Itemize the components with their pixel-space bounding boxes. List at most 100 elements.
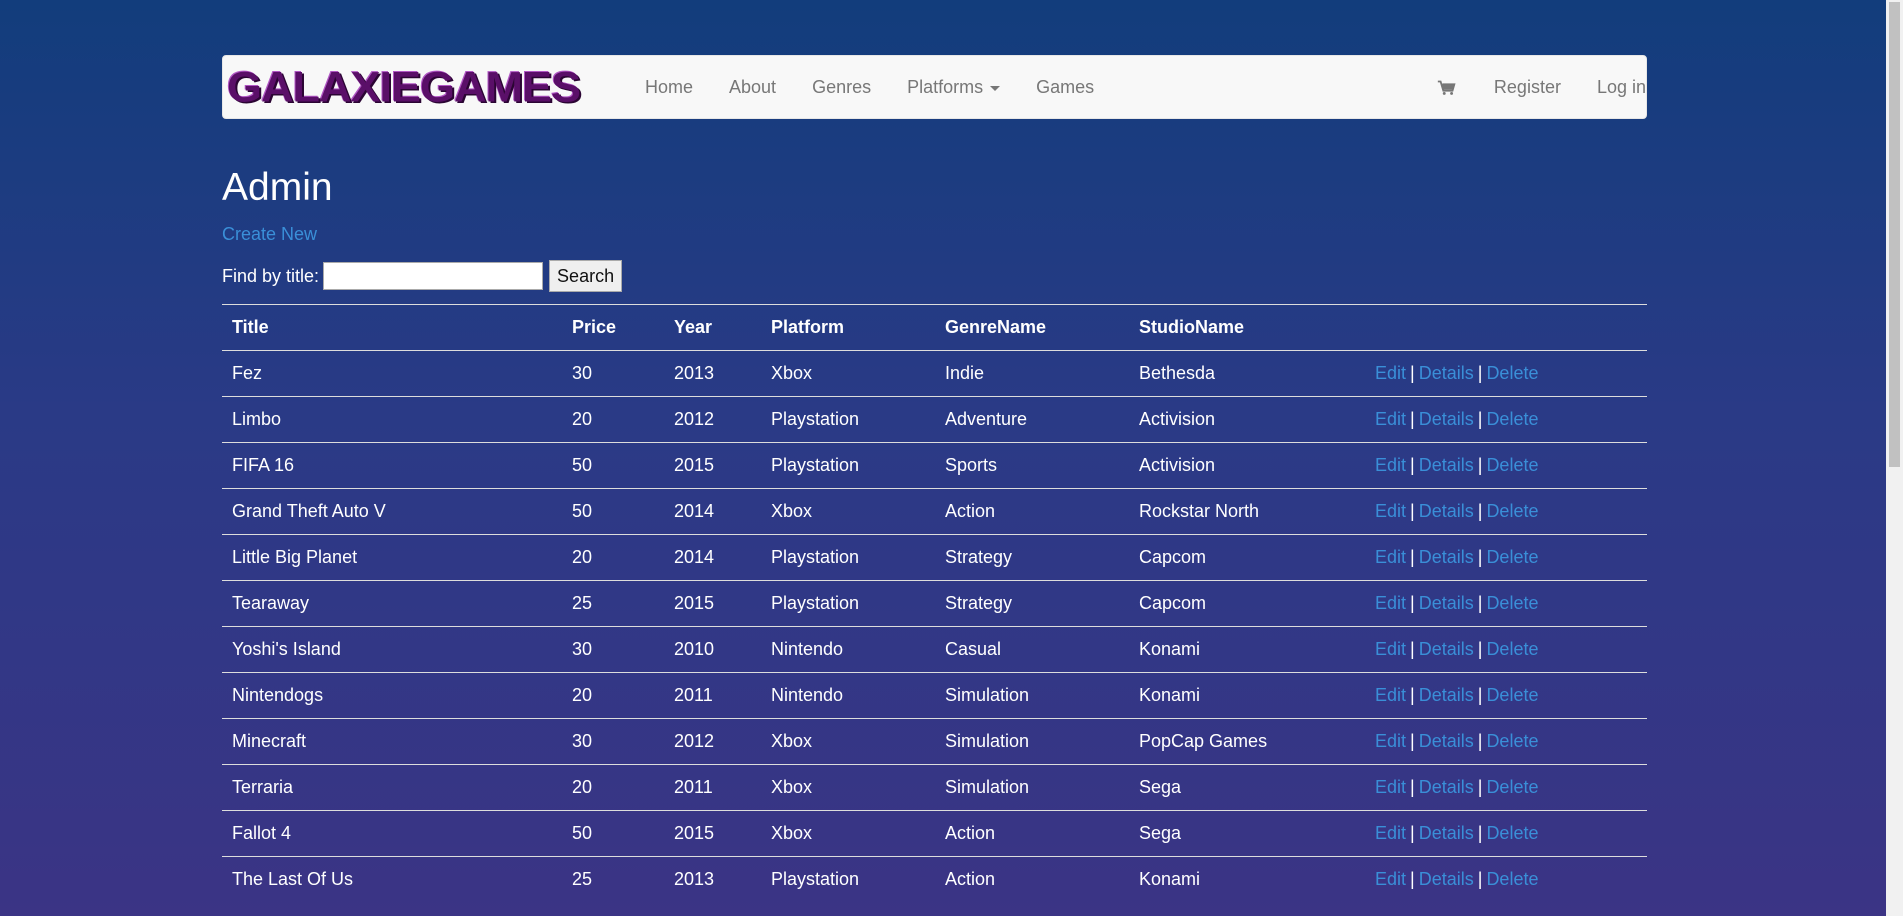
cell-genre: Casual bbox=[935, 626, 1129, 673]
cell-platform: Nintendo bbox=[761, 672, 935, 719]
delete-link[interactable]: Delete bbox=[1486, 777, 1538, 797]
delete-link[interactable]: Delete bbox=[1486, 547, 1538, 567]
edit-link[interactable]: Edit bbox=[1375, 409, 1406, 429]
details-link[interactable]: Details bbox=[1419, 547, 1474, 567]
action-separator: | bbox=[1477, 593, 1483, 613]
cell-title: Tearaway bbox=[222, 580, 562, 627]
table-header-row: Title Price Year Platform GenreName Stud… bbox=[222, 304, 1647, 351]
cell-studio: Rockstar North bbox=[1129, 488, 1365, 535]
edit-link[interactable]: Edit bbox=[1375, 869, 1406, 889]
delete-link[interactable]: Delete bbox=[1486, 869, 1538, 889]
cell-platform: Playstation bbox=[761, 442, 935, 489]
edit-link[interactable]: Edit bbox=[1375, 547, 1406, 567]
edit-link[interactable]: Edit bbox=[1375, 731, 1406, 751]
nav-platforms-dropdown[interactable]: Platforms bbox=[889, 55, 1018, 119]
nav-about[interactable]: About bbox=[711, 55, 794, 119]
delete-link[interactable]: Delete bbox=[1486, 823, 1538, 843]
edit-link[interactable]: Edit bbox=[1375, 593, 1406, 613]
row-actions: Edit | Details | Delete bbox=[1365, 442, 1647, 489]
search-input[interactable] bbox=[323, 262, 544, 290]
action-separator: | bbox=[1410, 501, 1415, 521]
row-actions: Edit | Details | Delete bbox=[1365, 626, 1647, 673]
delete-link[interactable]: Delete bbox=[1486, 409, 1538, 429]
cell-price: 25 bbox=[562, 856, 664, 902]
search-button[interactable]: Search bbox=[549, 260, 623, 292]
cell-platform: Xbox bbox=[761, 718, 935, 765]
details-link[interactable]: Details bbox=[1419, 869, 1474, 889]
details-link[interactable]: Details bbox=[1419, 593, 1474, 613]
cell-year: 2015 bbox=[664, 580, 761, 627]
header-year: Year bbox=[664, 304, 761, 351]
details-link[interactable]: Details bbox=[1419, 409, 1474, 429]
edit-link[interactable]: Edit bbox=[1375, 501, 1406, 521]
scrollbar-thumb[interactable] bbox=[1889, 2, 1900, 467]
delete-link[interactable]: Delete bbox=[1486, 731, 1538, 751]
details-link[interactable]: Details bbox=[1419, 731, 1474, 751]
cell-platform: Playstation bbox=[761, 396, 935, 443]
nav-games[interactable]: Games bbox=[1018, 55, 1112, 119]
nav-register[interactable]: Register bbox=[1476, 55, 1579, 119]
delete-link[interactable]: Delete bbox=[1486, 685, 1538, 705]
cell-title: FIFA 16 bbox=[222, 442, 562, 489]
cell-studio: Konami bbox=[1129, 672, 1365, 719]
edit-link[interactable]: Edit bbox=[1375, 823, 1406, 843]
games-table: Title Price Year Platform GenreName Stud… bbox=[222, 304, 1647, 902]
cell-year: 2015 bbox=[664, 810, 761, 857]
cell-genre: Strategy bbox=[935, 534, 1129, 581]
delete-link[interactable]: Delete bbox=[1486, 501, 1538, 521]
delete-link[interactable]: Delete bbox=[1486, 639, 1538, 659]
cart-icon[interactable] bbox=[1436, 76, 1458, 98]
details-link[interactable]: Details bbox=[1419, 685, 1474, 705]
cell-year: 2015 bbox=[664, 442, 761, 489]
edit-link[interactable]: Edit bbox=[1375, 363, 1406, 383]
cell-platform: Xbox bbox=[761, 764, 935, 811]
nav-left: Home About Genres Platforms Games bbox=[637, 55, 1112, 119]
create-new-link[interactable]: Create New bbox=[222, 224, 317, 245]
details-link[interactable]: Details bbox=[1419, 455, 1474, 475]
cell-price: 20 bbox=[562, 396, 664, 443]
cell-studio: Konami bbox=[1129, 856, 1365, 902]
edit-link[interactable]: Edit bbox=[1375, 639, 1406, 659]
action-separator: | bbox=[1477, 685, 1483, 705]
cell-studio: PopCap Games bbox=[1129, 718, 1365, 765]
edit-link[interactable]: Edit bbox=[1375, 455, 1406, 475]
cell-studio: Bethesda bbox=[1129, 350, 1365, 397]
nav-login[interactable]: Log in bbox=[1579, 55, 1646, 119]
scrollbar[interactable] bbox=[1886, 0, 1903, 916]
cell-title: The Last Of Us bbox=[222, 856, 562, 902]
edit-link[interactable]: Edit bbox=[1375, 777, 1406, 797]
delete-link[interactable]: Delete bbox=[1486, 363, 1538, 383]
details-link[interactable]: Details bbox=[1419, 823, 1474, 843]
details-link[interactable]: Details bbox=[1419, 363, 1474, 383]
cell-platform: Nintendo bbox=[761, 626, 935, 673]
header-actions bbox=[1365, 304, 1647, 351]
cell-studio: Activision bbox=[1129, 396, 1365, 443]
row-actions: Edit | Details | Delete bbox=[1365, 764, 1647, 811]
cell-price: 30 bbox=[562, 350, 664, 397]
cell-title: Fallot 4 bbox=[222, 810, 562, 857]
cell-year: 2013 bbox=[664, 856, 761, 902]
cell-year: 2012 bbox=[664, 718, 761, 765]
galaxiegames-logo[interactable]: GALAXIEGAMES bbox=[227, 62, 637, 110]
action-separator: | bbox=[1477, 409, 1483, 429]
delete-link[interactable]: Delete bbox=[1486, 593, 1538, 613]
action-separator: | bbox=[1477, 731, 1483, 751]
cell-title: Minecraft bbox=[222, 718, 562, 765]
cell-genre: Simulation bbox=[935, 672, 1129, 719]
edit-link[interactable]: Edit bbox=[1375, 685, 1406, 705]
cell-title: Nintendogs bbox=[222, 672, 562, 719]
nav-home[interactable]: Home bbox=[637, 55, 711, 119]
action-separator: | bbox=[1410, 547, 1415, 567]
details-link[interactable]: Details bbox=[1419, 777, 1474, 797]
cell-title: Fez bbox=[222, 350, 562, 397]
action-separator: | bbox=[1410, 731, 1415, 751]
action-separator: | bbox=[1477, 823, 1483, 843]
cell-genre: Simulation bbox=[935, 764, 1129, 811]
cell-title: Grand Theft Auto V bbox=[222, 488, 562, 535]
table-row: Fallot 4 50 2015 Xbox Action Sega Edit | Details… bbox=[222, 810, 1647, 857]
nav-genres[interactable]: Genres bbox=[794, 55, 889, 119]
cell-platform: Xbox bbox=[761, 810, 935, 857]
details-link[interactable]: Details bbox=[1419, 501, 1474, 521]
details-link[interactable]: Details bbox=[1419, 639, 1474, 659]
delete-link[interactable]: Delete bbox=[1486, 455, 1538, 475]
